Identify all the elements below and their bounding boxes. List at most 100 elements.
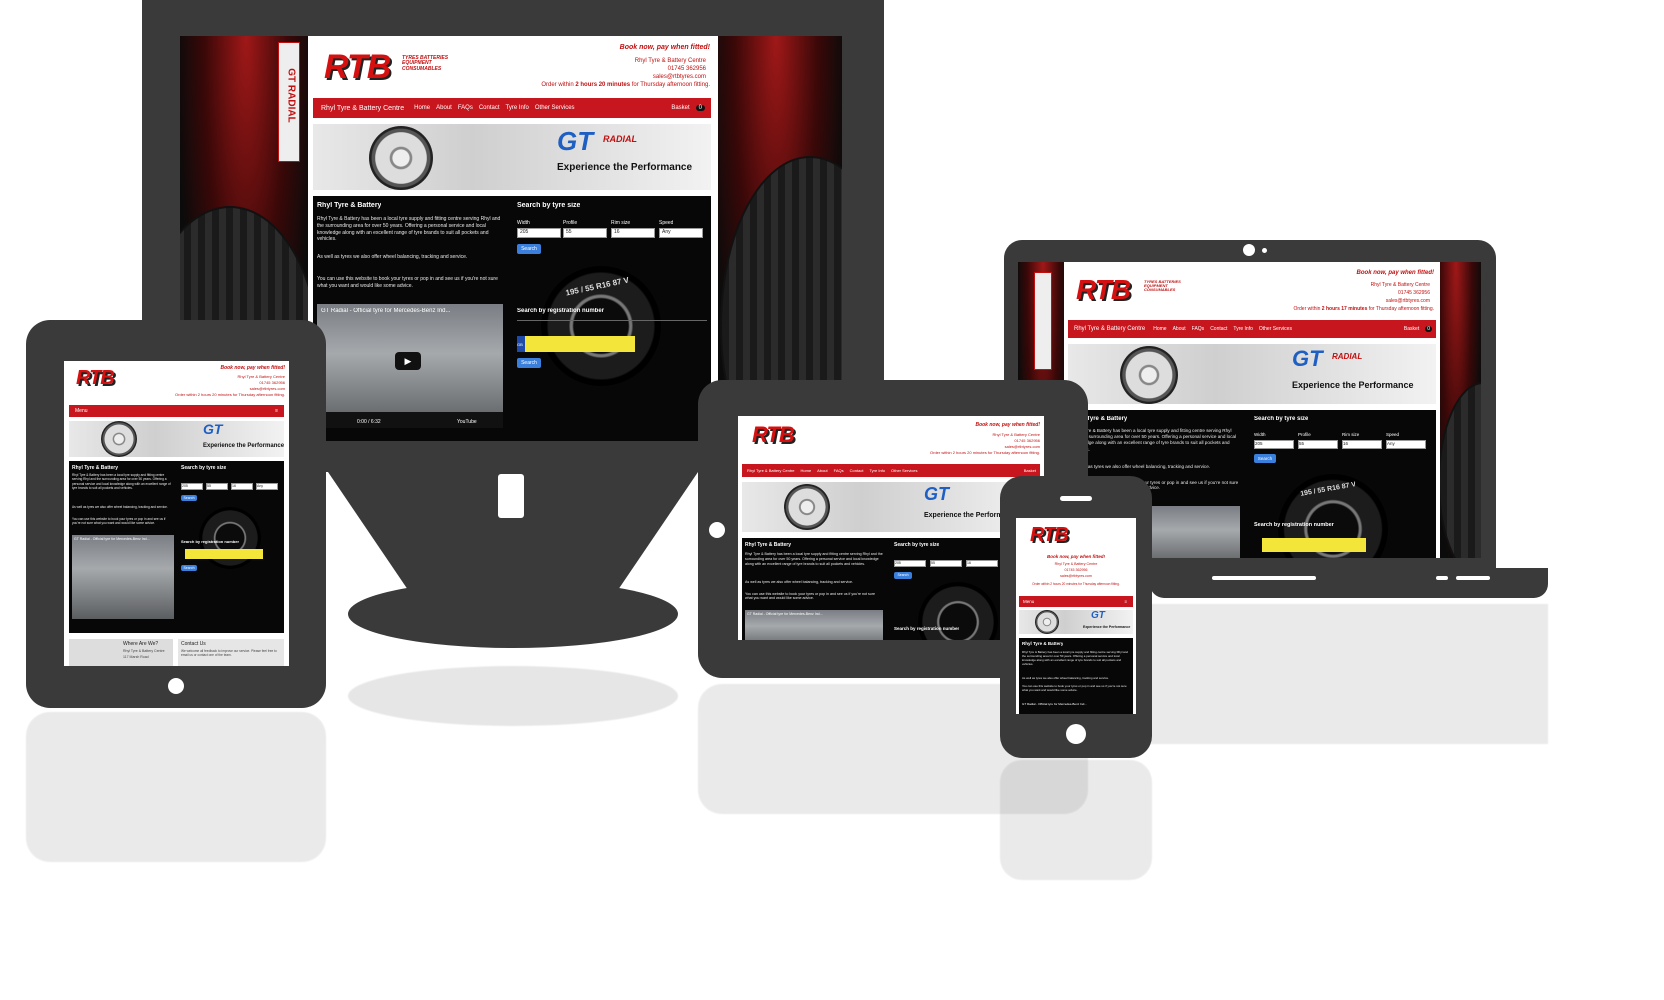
monitor-base xyxy=(348,580,678,648)
nav-other-services[interactable]: Other Services xyxy=(535,105,575,111)
hero-banner: GT RADIAL Experience the Performance xyxy=(313,124,711,190)
profile-select[interactable]: 55 xyxy=(930,560,962,567)
hamburger-icon[interactable]: ≡ xyxy=(275,408,278,414)
tyre-search-button[interactable]: Search xyxy=(1254,454,1276,463)
rim-select[interactable]: 16 xyxy=(966,560,998,567)
speed-select[interactable]: Any xyxy=(1386,440,1426,449)
profile-select[interactable]: 55 xyxy=(563,228,607,238)
tyre-search-button[interactable]: Search xyxy=(181,495,197,501)
mobile-nav[interactable]: Menu ≡ xyxy=(1019,596,1133,607)
speed-select[interactable]: Any xyxy=(256,483,278,490)
tyre-search-title: Search by tyre size xyxy=(517,202,581,209)
nav-faqs[interactable]: FAQs xyxy=(834,468,844,473)
video-time: 0:00 / 6:32 xyxy=(357,419,381,425)
play-icon[interactable]: ▶ xyxy=(395,352,421,370)
tyre-search-button[interactable]: Search xyxy=(894,572,912,579)
menu-label[interactable]: Menu xyxy=(1023,599,1034,604)
profile-select[interactable]: 55 xyxy=(1298,440,1338,449)
basket-count: 0 xyxy=(1425,326,1432,332)
main-nav: Rhyl Tyre & Battery Centre Home About FA… xyxy=(742,464,1040,477)
basket-button[interactable]: Basket xyxy=(1404,326,1419,332)
speed-select[interactable]: Any xyxy=(659,228,703,238)
phone[interactable]: 01745 362956 xyxy=(1398,290,1430,296)
reg-input[interactable] xyxy=(525,336,635,352)
profile-select[interactable]: 55 xyxy=(206,483,228,490)
rim-select[interactable]: 16 xyxy=(231,483,253,490)
menu-label[interactable]: Menu xyxy=(75,408,88,414)
email-link[interactable]: sales@rtbtyres.com xyxy=(1386,298,1430,304)
logo-tagline: TYRES BATTERIES EQUIPMENT CONSUMABLES xyxy=(402,55,449,72)
nav-brand[interactable]: Rhyl Tyre & Battery Centre xyxy=(321,105,404,112)
nav-contact[interactable]: Contact xyxy=(479,105,500,111)
nav-about[interactable]: About xyxy=(817,468,827,473)
mobile-nav[interactable]: Menu ≡ xyxy=(69,405,284,417)
phone-home-button[interactable] xyxy=(1066,724,1086,744)
tablet-left-reflection xyxy=(26,712,326,862)
video-title[interactable]: GT Radial - Official tyre for Mercedes-B… xyxy=(1022,702,1122,706)
video-player[interactable]: GT Radial - Official tyre for Mercedes-B… xyxy=(72,535,174,619)
logo[interactable]: RTB xyxy=(1076,274,1131,306)
promo-text: Book now, pay when fitted! xyxy=(1046,554,1106,559)
nav-faqs[interactable]: FAQs xyxy=(458,105,473,111)
contact-box: Contact Us We welcome all feedback to im… xyxy=(178,639,284,666)
video-player[interactable]: GT Radial - Official tyre for Mercedes-B… xyxy=(317,304,503,428)
nav-brand[interactable]: Rhyl Tyre & Battery Centre xyxy=(1074,326,1145,332)
width-select[interactable]: 205 xyxy=(1254,440,1294,449)
order-suffix: for Thursday afternoon fitting. xyxy=(631,82,710,88)
nav-about[interactable]: About xyxy=(436,105,452,111)
video-title[interactable]: GT Radial - Official tyre for Mercedes-B… xyxy=(747,612,867,616)
map-box: Where Are We? Rhyl Tyre & Battery Centre… xyxy=(69,639,173,666)
width-select[interactable]: 205 xyxy=(517,228,561,238)
nav-other-services[interactable]: Other Services xyxy=(891,468,917,473)
logo-tagline: TYRES BATTERIES EQUIPMENT CONSUMABLES xyxy=(1144,279,1181,293)
reg-search-button[interactable]: Search xyxy=(517,358,541,368)
intro-p1: Rhyl Tyre & Battery has been a local tyr… xyxy=(1022,650,1128,667)
nav-contact[interactable]: Contact xyxy=(850,468,864,473)
logo[interactable]: RTB xyxy=(324,48,391,87)
rim-select[interactable]: 16 xyxy=(611,228,655,238)
video-player[interactable]: GT Radial - Official tyre for Mercedes-B… xyxy=(745,610,883,640)
nav-tyre-info[interactable]: Tyre Info xyxy=(1233,326,1252,332)
logo[interactable]: RTB xyxy=(752,422,795,448)
email-link[interactable]: sales@rtbtyres.com xyxy=(250,386,285,391)
width-select[interactable]: 205 xyxy=(894,560,926,567)
logo[interactable]: RTB xyxy=(76,367,115,390)
intro-p1: Rhyl Tyre & Battery has been a local tyr… xyxy=(72,473,171,491)
tyre-search-button[interactable]: Search xyxy=(517,244,541,254)
phone[interactable]: 01745 362956 xyxy=(1014,438,1040,443)
nav-about[interactable]: About xyxy=(1173,326,1186,332)
nav-home[interactable]: Home xyxy=(801,468,812,473)
hamburger-icon[interactable]: ≡ xyxy=(1124,599,1127,604)
nav-tyre-info[interactable]: Tyre Info xyxy=(869,468,885,473)
nav-other-services[interactable]: Other Services xyxy=(1259,326,1292,332)
video-title[interactable]: GT Radial - Official tyre for Mercedes-B… xyxy=(74,537,164,541)
rim-select[interactable]: 16 xyxy=(1342,440,1382,449)
banner-wheel xyxy=(369,126,433,190)
nav-brand[interactable]: Rhyl Tyre & Battery Centre xyxy=(747,468,795,473)
basket-button[interactable]: Basket xyxy=(671,105,689,111)
hero-banner: GT Experience the Performance xyxy=(1019,610,1133,634)
reg-input[interactable] xyxy=(1262,538,1366,552)
tablet-landscape-home-button[interactable] xyxy=(709,522,725,538)
nav-faqs[interactable]: FAQs xyxy=(1192,326,1205,332)
phone[interactable]: 01745 362956 xyxy=(259,380,285,385)
intro-title: Rhyl Tyre & Battery xyxy=(72,465,119,471)
basket-button[interactable]: Basket xyxy=(1024,468,1036,473)
width-select[interactable]: 205 xyxy=(181,483,203,490)
nav-contact[interactable]: Contact xyxy=(1210,326,1227,332)
logo[interactable]: RTB xyxy=(1030,524,1069,547)
nav-home[interactable]: Home xyxy=(1153,326,1166,332)
reg-input[interactable] xyxy=(185,549,263,559)
nav-home[interactable]: Home xyxy=(414,105,430,111)
email-link[interactable]: sales@rtbtyres.com xyxy=(653,74,706,80)
email-link[interactable]: sales@rtbtyres.com xyxy=(1005,444,1040,449)
tyre-search-title: Search by tyre size xyxy=(181,465,227,471)
email-link[interactable]: sales@rtbtyres.com xyxy=(1016,574,1136,578)
reg-search-button[interactable]: Search xyxy=(181,565,197,571)
video-title[interactable]: GT Radial - Official tyre for Mercedes-B… xyxy=(321,308,471,314)
nav-tyre-info[interactable]: Tyre Info xyxy=(506,105,529,111)
phone[interactable]: 01745 362956 xyxy=(1016,568,1136,572)
youtube-logo[interactable]: YouTube xyxy=(457,419,477,425)
tablet-left-home-button[interactable] xyxy=(168,678,184,694)
phone[interactable]: 01745 362956 xyxy=(668,66,706,72)
